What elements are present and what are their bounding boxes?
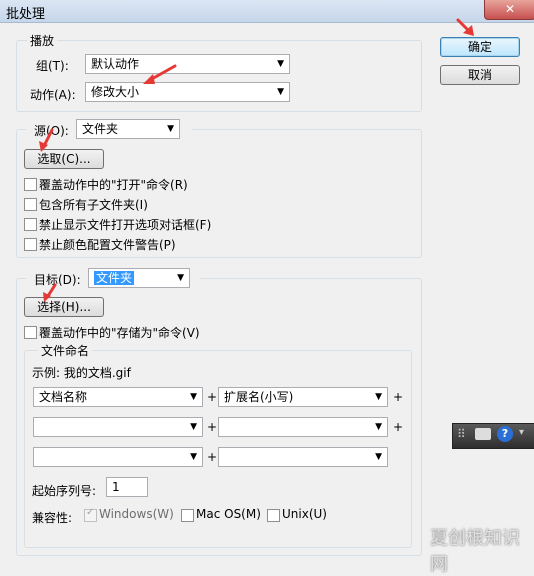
plus-sign: + xyxy=(393,390,404,404)
ok-button[interactable]: 确定 xyxy=(440,37,520,57)
chevron-down-icon: ▼ xyxy=(167,124,174,134)
compat-windows-checkbox[interactable] xyxy=(84,507,97,522)
chevron-down-icon: ▼ xyxy=(177,273,184,283)
serial-input[interactable]: 1 xyxy=(106,477,148,497)
grip-icon: ⠿ xyxy=(457,427,466,441)
collapse-icon[interactable]: ▾ xyxy=(519,427,524,438)
target-override-checkbox[interactable] xyxy=(24,326,37,339)
source-label: 源(O): xyxy=(34,124,69,138)
chevron-down-icon: ▼ xyxy=(190,422,197,432)
target-select-value: 文件夹 xyxy=(94,271,135,285)
group-select[interactable]: 默认动作 ▼ xyxy=(85,54,290,74)
source-select-value: 文件夹 xyxy=(82,122,119,136)
plus-sign: + xyxy=(393,420,404,434)
source-option-label: 覆盖动作中的"打开"命令(R) xyxy=(39,178,188,192)
action-label: 动作(A): xyxy=(30,88,76,102)
plus-sign: + xyxy=(207,390,218,404)
close-button[interactable]: ✕ xyxy=(484,0,534,20)
compat-label: 兼容性: xyxy=(32,511,73,525)
plus-sign: + xyxy=(207,450,218,464)
chevron-down-icon: ▼ xyxy=(375,422,382,432)
annotation-arrow-head xyxy=(463,25,474,36)
serial-label: 起始序列号: xyxy=(32,484,97,498)
title-bar: 批处理 ✕ xyxy=(0,0,534,23)
chevron-down-icon: ▼ xyxy=(375,452,382,462)
compat-windows-label: Windows(W) xyxy=(99,507,174,521)
naming-legend: 文件命名 xyxy=(38,342,93,359)
chevron-down-icon: ▼ xyxy=(277,87,284,97)
keyboard-icon[interactable] xyxy=(475,428,491,440)
compat-unix-checkbox[interactable] xyxy=(267,509,280,522)
compat-unix-label: Unix(U) xyxy=(282,507,327,521)
source-option-label: 包含所有子文件夹(I) xyxy=(39,198,148,212)
source-option-checkbox[interactable] xyxy=(24,198,37,211)
naming-select-3a[interactable]: ▼ xyxy=(33,447,203,467)
floating-toolbar[interactable]: ⠿ ? ▾ xyxy=(452,423,534,449)
source-option-checkbox[interactable] xyxy=(24,178,37,191)
group-select-value: 默认动作 xyxy=(91,57,140,71)
source-option-label: 禁止显示文件打开选项对话框(F) xyxy=(39,218,212,232)
source-select[interactable]: 文件夹 ▼ xyxy=(76,119,180,139)
source-choose-button[interactable]: 选取(C)... xyxy=(24,149,104,169)
plus-sign: + xyxy=(207,420,218,434)
source-option-checkbox[interactable] xyxy=(24,238,37,251)
chevron-down-icon: ▼ xyxy=(375,392,382,402)
target-choose-button[interactable]: 选择(H)... xyxy=(24,297,104,317)
window-title: 批处理 xyxy=(6,7,46,22)
target-select[interactable]: 文件夹 ▼ xyxy=(88,268,190,288)
chevron-down-icon: ▼ xyxy=(190,452,197,462)
naming-select-1a[interactable]: 文档名称 ▼ xyxy=(33,387,203,407)
source-option-checkbox[interactable] xyxy=(24,218,37,231)
source-option-label: 禁止颜色配置文件警告(P) xyxy=(39,238,176,252)
target-override-label: 覆盖动作中的"存储为"命令(V) xyxy=(39,326,200,340)
naming-example: 示例: 我的文档.gif xyxy=(32,366,131,380)
play-legend: 播放 xyxy=(27,32,58,49)
action-select[interactable]: 修改大小 ▼ xyxy=(85,82,290,102)
help-icon[interactable]: ? xyxy=(497,426,513,442)
action-select-value: 修改大小 xyxy=(91,85,140,99)
cancel-button[interactable]: 取消 xyxy=(440,65,520,85)
compat-mac-label: Mac OS(M) xyxy=(196,507,261,521)
naming-select-2b[interactable]: ▼ xyxy=(218,417,388,437)
naming-select-value: 文档名称 xyxy=(39,390,88,404)
target-label: 目标(D): xyxy=(34,273,81,287)
group-label: 组(T): xyxy=(36,59,69,73)
chevron-down-icon: ▼ xyxy=(277,59,284,69)
naming-select-2a[interactable]: ▼ xyxy=(33,417,203,437)
naming-select-3b[interactable]: ▼ xyxy=(218,447,388,467)
naming-select-value: 扩展名(小写) xyxy=(224,390,294,404)
watermark-text: 夏创根知识网 xyxy=(430,528,520,575)
chevron-down-icon: ▼ xyxy=(190,392,197,402)
compat-mac-checkbox[interactable] xyxy=(181,509,194,522)
naming-select-1b[interactable]: 扩展名(小写) ▼ xyxy=(218,387,388,407)
